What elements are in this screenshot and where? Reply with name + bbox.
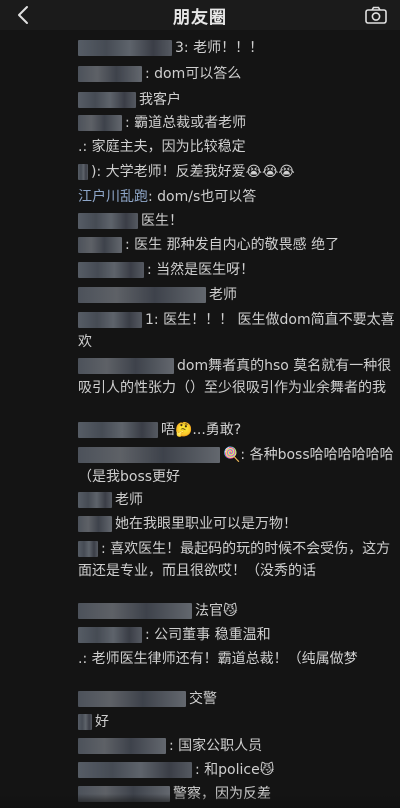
blurred-username bbox=[78, 603, 192, 619]
blurred-username bbox=[78, 627, 142, 643]
comment-item: 唔🤔...勇敢? bbox=[78, 419, 396, 441]
blurred-username bbox=[78, 213, 138, 229]
blurred-username bbox=[78, 66, 142, 82]
navigation-bar: 朋友圈 bbox=[0, 0, 400, 30]
comment-text: : 霸道总裁或者老师 bbox=[125, 115, 247, 131]
blurred-username bbox=[78, 358, 174, 374]
blurred-username bbox=[78, 691, 186, 707]
blurred-username bbox=[78, 516, 112, 532]
comment-text: 法官😼 bbox=[195, 603, 238, 619]
comment-item: 交警 bbox=[78, 688, 396, 710]
comment-item: : 霸道总裁或者老师 bbox=[78, 112, 396, 134]
comment-item: : 和police😼 bbox=[78, 759, 396, 781]
page-title: 朋友圈 bbox=[173, 8, 227, 28]
comment-text: : 国家公职人员 bbox=[169, 738, 263, 754]
comment-item: dom舞者真的hso 莫名就有一种很吸引人的性张力（）至少很吸引作为业余舞者的我 bbox=[78, 355, 396, 399]
comment-item: 法官😼 bbox=[78, 600, 396, 622]
comment-item: 🍭: 各种boss哈哈哈哈哈哈（是我boss更好 bbox=[78, 444, 396, 488]
comment-item: : 医生 那种发自内心的敬畏感 绝了 bbox=[78, 234, 396, 256]
comment-text: : 医生 那种发自内心的敬畏感 绝了 bbox=[125, 237, 340, 253]
comment-item: ): 大学老师！反差我好爱😭😭😭 bbox=[78, 161, 396, 183]
comment-item: 江户川乱跑: dom/s也可以答 bbox=[78, 186, 396, 208]
blurred-username bbox=[78, 287, 206, 303]
comment-text: 她在我眼里职业可以是万物！ bbox=[115, 516, 297, 532]
camera-icon bbox=[365, 6, 387, 24]
blurred-username bbox=[78, 738, 166, 754]
comment-text: 医生！ bbox=[141, 213, 183, 229]
comment-text: : dom/s也可以答 bbox=[148, 189, 257, 205]
comment-text: 老师 bbox=[115, 492, 143, 508]
comment-item: : 喜欢医生！最起码的玩的时候不会受伤，这方面还是专业，而且很欲哎！（没秀的话 bbox=[78, 538, 396, 582]
comment-text: : 公司董事 稳重温和 bbox=[145, 627, 271, 643]
blurred-username bbox=[78, 541, 98, 557]
comment-text: 唔🤔...勇敢? bbox=[161, 422, 242, 438]
comment-item: : dom可以答么 bbox=[78, 63, 396, 85]
blurred-username bbox=[78, 762, 192, 778]
comment-item: : 当然是医生呀！ bbox=[78, 259, 396, 281]
blurred-username bbox=[78, 492, 112, 508]
comment-item: 老师 bbox=[78, 489, 396, 511]
comment-item: 医生！ bbox=[78, 210, 396, 232]
comment-item: 好 bbox=[78, 711, 396, 733]
blurred-username bbox=[78, 447, 220, 463]
comment-text: 3: 老师！！！ bbox=[175, 40, 264, 56]
comment-item: .: 老师医生律师还有！霸道总裁！（纯属做梦 bbox=[78, 648, 396, 670]
comment-text: : 喜欢医生！最起码的玩的时候不会受伤，这方面还是专业，而且很欲哎！（没秀的话 bbox=[78, 541, 391, 579]
comment-item: : 国家公职人员 bbox=[78, 735, 396, 757]
comment-text: .: 家庭主夫，因为比较稳定 bbox=[78, 139, 246, 155]
comment-text: : dom可以答么 bbox=[145, 66, 242, 82]
blurred-username bbox=[78, 164, 88, 180]
comment-text: 我客户 bbox=[139, 92, 181, 108]
comment-list: 3: 老师！！！ : dom可以答么 我客户 : 霸道总裁或者老师 .: 家庭主… bbox=[0, 30, 400, 808]
comment-text: ): 大学老师！反差我好爱😭😭😭 bbox=[91, 164, 295, 180]
comment-item: 我客户 bbox=[78, 89, 396, 111]
blurred-username bbox=[78, 714, 92, 730]
comment-text: 老师 bbox=[209, 287, 237, 303]
comment-text: : 当然是医生呀！ bbox=[147, 262, 255, 278]
blurred-username bbox=[78, 115, 122, 131]
comment-item: 老师 bbox=[78, 284, 396, 306]
blurred-username bbox=[78, 422, 158, 438]
comment-item: 3: 老师！！！ bbox=[78, 37, 396, 59]
blurred-username bbox=[78, 312, 142, 328]
comment-item: 1: 医生！！！ 医生做dom简直不要太喜欢 bbox=[78, 309, 396, 353]
comment-text: .: 老师医生律师还有！霸道总裁！（纯属做梦 bbox=[78, 651, 358, 667]
comment-item: 她在我眼里职业可以是万物！ bbox=[78, 513, 396, 535]
comment-text: : 和police😼 bbox=[195, 762, 275, 778]
comment-text: 交警 bbox=[189, 691, 217, 707]
blurred-username bbox=[78, 40, 172, 56]
blurred-username bbox=[78, 92, 136, 108]
comment-item: : 公司董事 稳重温和 bbox=[78, 624, 396, 646]
blurred-username bbox=[78, 237, 122, 253]
comment-text: 好 bbox=[95, 714, 109, 730]
comment-username[interactable]: 江户川乱跑 bbox=[78, 189, 148, 205]
comment-item: .: 家庭主夫，因为比较稳定 bbox=[78, 136, 396, 158]
camera-button[interactable] bbox=[364, 3, 388, 27]
blurred-username bbox=[78, 262, 144, 278]
bottom-fade bbox=[0, 794, 400, 808]
